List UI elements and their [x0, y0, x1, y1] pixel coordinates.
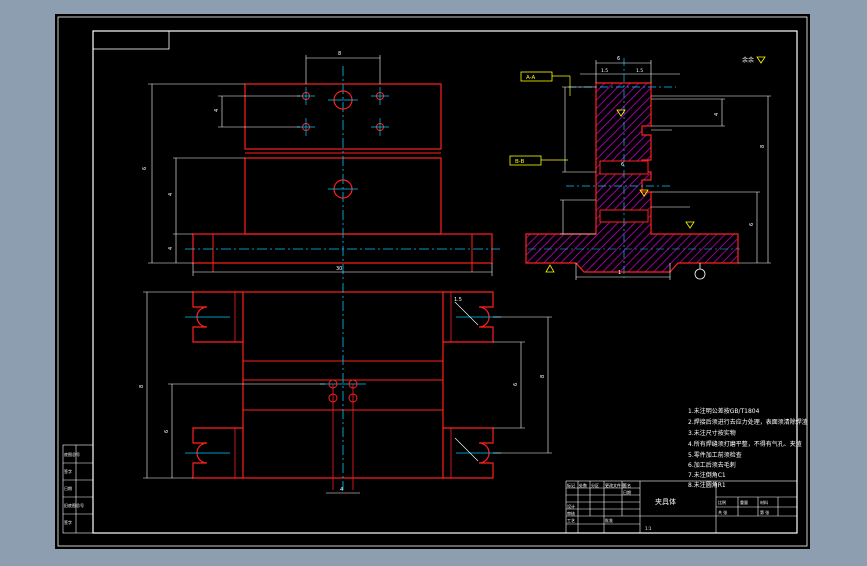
dim-left-offset: 4	[168, 193, 174, 196]
title-cell: 工艺	[567, 518, 575, 523]
title-cell: 签名	[623, 482, 631, 488]
side-cell: 签字	[64, 468, 72, 474]
dim-sec-mid-b: 6	[621, 162, 624, 168]
side-cell: 底图总号	[64, 451, 80, 457]
title-cell: 日期	[623, 489, 631, 495]
dim-sec-top: 6	[617, 56, 620, 62]
title-cell: 共 张	[718, 509, 727, 515]
title-cell: 第 张	[760, 509, 769, 515]
note-line: 5.零件加工前须检查	[688, 451, 742, 459]
part-name: 夹具体	[655, 497, 676, 506]
dim-bottom-spacing: 4	[340, 487, 343, 493]
note-line: 7.未注倒角C1	[688, 471, 726, 479]
dim-right-inner: 6	[164, 430, 170, 433]
title-cell: 1:1	[645, 526, 652, 531]
dim-sec-lower: 6	[513, 383, 519, 386]
dim-base-width: 30	[336, 266, 342, 272]
note-line: 8.未注圆角R1	[688, 481, 726, 489]
title-cell: 更改文件号	[605, 482, 625, 488]
dim-right-tall: 8	[139, 385, 145, 388]
title-cell: 审核	[567, 510, 575, 516]
cad-drawing-viewport[interactable]: 8 6 4 4 4 30 8 6 4 8 6 1.5 6 1.5 1.5 8 4…	[0, 0, 867, 562]
title-cell: 设计	[567, 503, 575, 509]
title-cell: 分区	[591, 482, 599, 488]
side-cell: 签字	[64, 519, 72, 525]
title-cell: 标记	[567, 482, 575, 488]
title-cell: 处数	[579, 482, 587, 488]
dim-sec-mid-a: 6	[749, 223, 755, 226]
dim-sec-left: 1	[618, 270, 621, 276]
section-tag-a-label: A-A	[526, 75, 536, 81]
note-line: 3.未注尺寸按实物	[688, 429, 736, 437]
dim-left-lower: 4	[168, 247, 174, 250]
dim-left-small: 4	[214, 109, 220, 112]
note-line: 4.所有焊缝须打磨平整，不得有气孔、夹渣	[688, 440, 802, 448]
title-cell: 重量	[740, 499, 748, 505]
dim-top-width: 8	[338, 51, 341, 57]
title-cell: 比例	[718, 499, 726, 505]
default-roughness-label: 余余	[742, 56, 754, 64]
dim-sec-small-a: 1.5	[601, 68, 608, 74]
dim-sec-upper: 8	[540, 375, 546, 378]
section-tag-b-label: B-B	[515, 159, 525, 165]
note-line: 6.加工后须去毛刺	[688, 461, 736, 469]
dim-sec-small-b: 1.5	[636, 68, 643, 74]
dim-sec-bottom: 8	[760, 145, 766, 148]
drawing-canvas: 8 6 4 4 4 30 8 6 4 8 6 1.5 6 1.5 1.5 8 4…	[55, 14, 810, 549]
note-line: 1.未注明公差按GB/T1804	[688, 407, 760, 415]
dim-pitch: 1.5	[454, 297, 462, 303]
note-line: 2.焊接后须进行去应力处理，表面须清除焊渣	[688, 418, 808, 426]
dim-left-height: 6	[142, 167, 148, 170]
side-cell: 日期	[64, 485, 72, 491]
title-cell: 批准	[605, 517, 613, 523]
side-cell: 旧底图总号	[64, 502, 84, 508]
title-cell: 材料	[760, 499, 768, 505]
dim-sec-ra: 4	[714, 113, 720, 116]
